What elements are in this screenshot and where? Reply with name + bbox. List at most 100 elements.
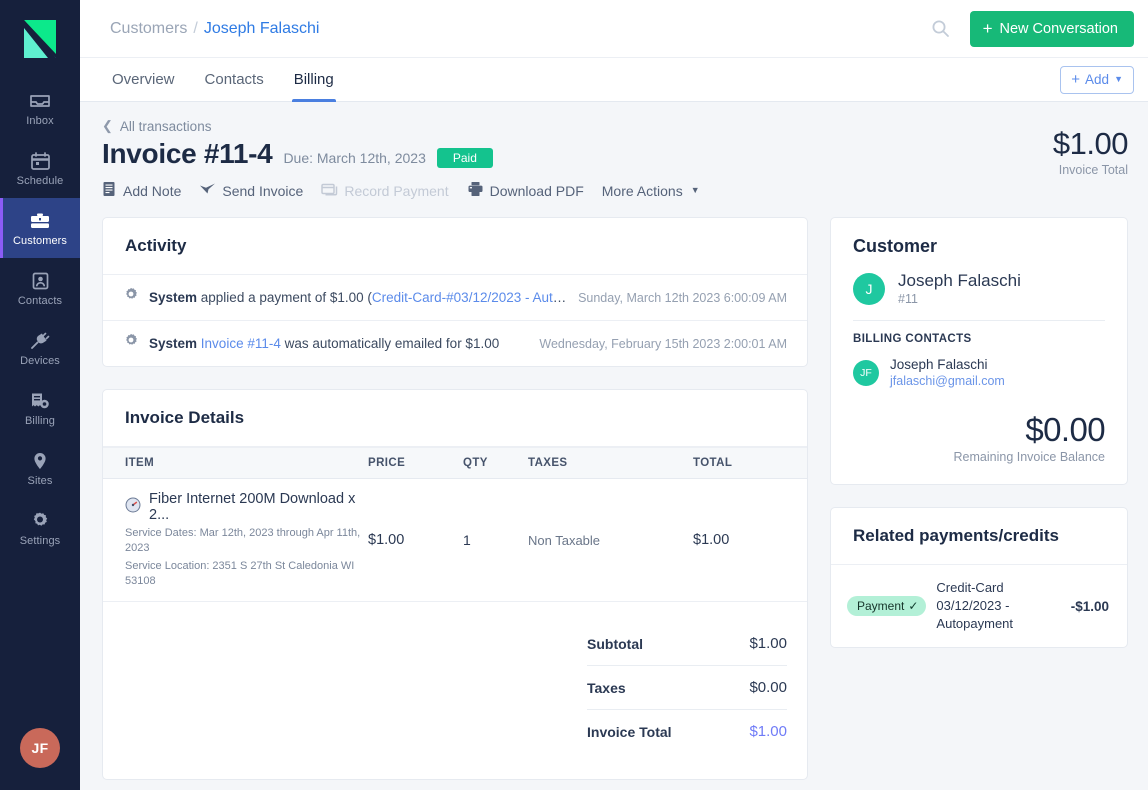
- billing-icon: [29, 390, 51, 412]
- content-columns: Activity System applied a payment of $1.…: [102, 217, 1128, 780]
- invoice-header: ❮ All transactions Invoice #11-4 Due: Ma…: [102, 118, 1129, 200]
- speedometer-icon: [125, 497, 141, 517]
- content-area: ❮ All transactions Invoice #11-4 Due: Ma…: [80, 102, 1148, 790]
- column-header-item: ITEM: [103, 447, 368, 479]
- activity-text-after: was automatically emailed for $1.00: [280, 336, 500, 351]
- total-value: $1.00: [749, 723, 787, 740]
- invoice-due-date: Due: March 12th, 2023: [283, 150, 426, 166]
- activity-card: Activity System applied a payment of $1.…: [102, 217, 808, 367]
- table-row[interactable]: Fiber Internet 200M Download x 2... Serv…: [103, 478, 807, 602]
- cell-qty: 1: [463, 478, 528, 602]
- breadcrumb: Customers / Joseph Falaschi: [110, 20, 319, 38]
- breadcrumb-separator: /: [193, 19, 198, 37]
- totals-list: Subtotal $1.00 Taxes $0.00 Invoice Total…: [587, 622, 787, 753]
- cell-item: Fiber Internet 200M Download x 2... Serv…: [103, 478, 368, 602]
- cell-total: $1.00: [693, 478, 807, 602]
- tab-billing[interactable]: Billing: [291, 58, 336, 102]
- search-icon[interactable]: [924, 12, 958, 46]
- related-payments-title: Related payments/credits: [831, 508, 1127, 565]
- activity-row: System applied a payment of $1.00 (Credi…: [103, 275, 807, 321]
- inbox-icon: [29, 90, 51, 112]
- activity-row: System Invoice #11-4 was automatically e…: [103, 321, 807, 366]
- customer-card: Customer J Joseph Falaschi #11 BILLING C…: [830, 217, 1128, 485]
- sidebar-item-settings[interactable]: Settings: [0, 498, 80, 558]
- tab-label: Overview: [112, 71, 175, 88]
- remaining-balance-label: Remaining Invoice Balance: [953, 450, 1105, 464]
- invoice-actions: Add Note Send Invoice Record Payment Dow…: [102, 181, 1053, 200]
- gear-icon: [123, 287, 139, 308]
- customer-identity: Joseph Falaschi #11: [898, 271, 1021, 306]
- breadcrumb-root[interactable]: Customers: [110, 20, 187, 38]
- add-button-label: Add: [1085, 72, 1110, 87]
- chevron-left-icon: ❮: [102, 118, 113, 133]
- table-body: Fiber Internet 200M Download x 2... Serv…: [103, 478, 807, 602]
- payment-row[interactable]: Payment ✓ Credit-Card 03/12/2023 - Autop…: [831, 565, 1127, 647]
- activity-actor: System: [149, 290, 198, 305]
- sidebar-item-contacts[interactable]: Contacts: [0, 258, 80, 318]
- item-service-location: Service Location: 2351 S 27th St Caledon…: [125, 560, 355, 587]
- column-header-total: TOTAL: [693, 447, 807, 479]
- app-root: Inbox Schedule Customers Contacts Device…: [0, 0, 1148, 790]
- total-label: Taxes: [587, 679, 626, 696]
- billing-contact-name: Joseph Falaschi: [890, 357, 988, 372]
- add-note-button[interactable]: Add Note: [102, 181, 181, 200]
- sidebar-item-label: Devices: [20, 354, 60, 367]
- breadcrumb-current[interactable]: Joseph Falaschi: [204, 20, 320, 38]
- avatar: J: [853, 272, 885, 305]
- send-invoice-button[interactable]: Send Invoice: [199, 182, 303, 199]
- column-header-price: PRICE: [368, 447, 463, 479]
- activity-timestamp: Sunday, March 12th 2023 6:00:09 AM: [578, 290, 787, 305]
- all-transactions-link[interactable]: ❮ All transactions: [102, 118, 1053, 134]
- activity-link[interactable]: Credit-Card-#03/12/2023 - Autopa...: [372, 290, 568, 305]
- note-icon: [102, 181, 117, 200]
- add-button[interactable]: + Add ▼: [1060, 65, 1134, 94]
- sidebar-item-schedule[interactable]: Schedule: [0, 138, 80, 198]
- action-label: More Actions: [601, 182, 683, 199]
- sidebar-item-label: Customers: [12, 234, 68, 247]
- sidebar-item-inbox[interactable]: Inbox: [0, 78, 80, 138]
- total-row-taxes: Taxes $0.00: [587, 666, 787, 710]
- sidebar-item-devices[interactable]: Devices: [0, 318, 80, 378]
- sidebar-item-customers[interactable]: Customers: [0, 198, 80, 258]
- item-name: Fiber Internet 200M Download x 2...: [149, 491, 356, 523]
- download-pdf-button[interactable]: Download PDF: [467, 181, 584, 200]
- customer-name[interactable]: Joseph Falaschi: [898, 271, 1021, 291]
- status-badge: Paid: [436, 148, 493, 168]
- activity-link[interactable]: Invoice #11-4: [201, 336, 281, 351]
- briefcase-icon: [29, 210, 51, 232]
- avatar: JF: [853, 360, 879, 386]
- total-row-invoice-total: Invoice Total $1.00: [587, 710, 787, 753]
- sidebar-item-sites[interactable]: Sites: [0, 438, 80, 498]
- billing-contact-email[interactable]: jfalaschi@gmail.com: [890, 373, 1005, 390]
- contact-card-icon: [31, 270, 50, 292]
- chevron-down-icon: ▼: [1114, 74, 1123, 84]
- new-conversation-button[interactable]: + New Conversation: [969, 10, 1134, 47]
- invoice-total-amount: $1.00: [1052, 126, 1129, 161]
- invoice-details-title: Invoice Details: [103, 390, 807, 447]
- cell-price: $1.00: [368, 478, 463, 602]
- tab-overview[interactable]: Overview: [110, 58, 177, 101]
- remaining-balance-block: $0.00 Remaining Invoice Balance: [853, 412, 1106, 465]
- invoice-items-table: ITEM PRICE QTY TAXES TOTAL Fiber Interne…: [103, 447, 807, 602]
- billing-contact-info: Joseph Falaschi jfalaschi@gmail.com: [890, 356, 1005, 390]
- tab-contacts[interactable]: Contacts: [203, 58, 266, 101]
- invoice-total-label: Invoice Total: [1058, 163, 1128, 177]
- totals-wrap: Subtotal $1.00 Taxes $0.00 Invoice Total…: [103, 602, 807, 779]
- sidebar-item-billing[interactable]: Billing: [0, 378, 80, 438]
- total-value: $0.00: [749, 679, 787, 696]
- new-conversation-label: New Conversation: [999, 20, 1118, 37]
- status-badge: Payment ✓: [847, 596, 927, 616]
- app-logo[interactable]: [0, 0, 80, 78]
- activity-text: System Invoice #11-4 was automatically e…: [149, 336, 529, 351]
- more-actions-button[interactable]: More Actions ▼: [602, 183, 700, 199]
- payment-amount: -$1.00: [1070, 598, 1109, 614]
- map-pin-icon: [31, 450, 49, 472]
- sidebar-item-label: Schedule: [16, 174, 64, 187]
- activity-actor: System: [149, 336, 198, 351]
- customer-card-body: Customer J Joseph Falaschi #11 BILLING C…: [831, 218, 1127, 484]
- card-icon: [321, 182, 338, 199]
- activity-card-title: Activity: [103, 218, 807, 275]
- table-header-row: ITEM PRICE QTY TAXES TOTAL: [103, 447, 807, 479]
- sidebar-item-label: Settings: [19, 534, 61, 547]
- user-avatar[interactable]: JF: [20, 728, 60, 768]
